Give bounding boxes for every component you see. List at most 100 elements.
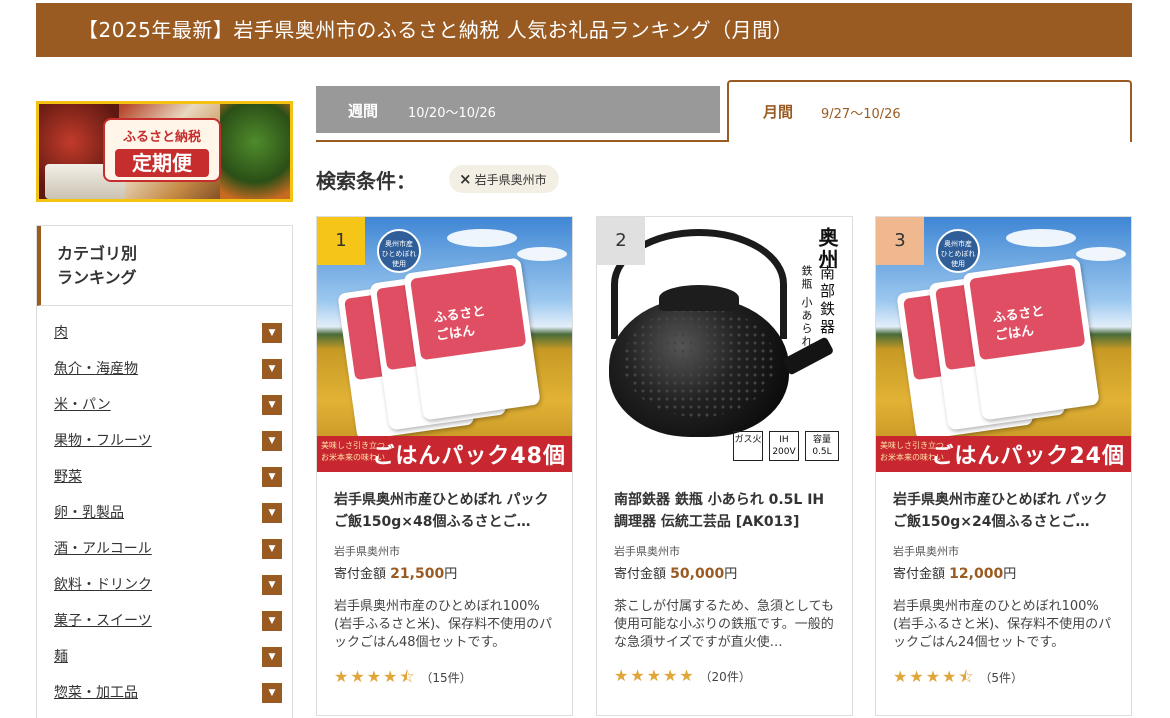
ranking-card-2[interactable]: 奥州 南部鉄器 鉄瓶 小あられ ガス火 IH 200V 容量 0.5L 2 南部… [596,216,853,716]
category-item-seafood: 魚介・海産物 ▼ [37,356,292,392]
banner-line2: 定期便 [115,149,209,177]
rice-pack: ふるさと ごはん [962,257,1100,421]
category-item-fruit: 果物・フルーツ ▼ [37,428,292,464]
teikibin-banner[interactable]: ふるさと納税 定期便 [36,101,293,202]
rice-pack: ふるさと ごはん [403,257,541,421]
category-link[interactable]: 麺 [54,649,68,665]
expand-toggle-icon[interactable]: ▼ [262,683,282,703]
cloud-shape [1006,229,1076,247]
expand-toggle-icon[interactable]: ▼ [262,467,282,487]
product-region: 岩手県奥州市 [334,545,400,558]
card-body: 南部鉄器 鉄瓶 小あられ 0.5L IH調理器 伝統工芸品 [AK013] 岩手… [597,472,852,685]
tab-monthly-range: 9/27〜10/26 [821,107,901,122]
filter-chip-label: 岩手県奥州市 [474,173,547,187]
page-title: 【2025年最新】岩手県奥州市のふるさと納税 人気お礼品ランキング（月間） [36,3,1132,57]
category-item-sweets: 菓子・スイーツ ▼ [37,608,292,644]
product-name[interactable]: 岩手県奥州市産ひとめぼれ パックご飯150g×24個ふるさとご… [893,489,1114,533]
product-description: 岩手県奥州市産のひとめぼれ100%(岩手ふるさと米)、保存料不使用のパックごはん… [334,599,553,650]
banner-badge: ふるさと納税 定期便 [103,118,221,182]
category-link[interactable]: 肉 [54,325,68,341]
expand-toggle-icon[interactable]: ▼ [262,359,282,379]
pack-text: ふるさと ごはん [432,303,487,344]
expand-toggle-icon[interactable]: ▼ [262,323,282,343]
brand-subtext-2: 鉄瓶 小あられ [800,265,813,349]
cloud-shape [447,229,517,247]
price-row: 寄付金額 12,000円 [893,563,1114,582]
expand-toggle-icon[interactable]: ▼ [262,611,282,631]
origin-seal: 奥州市産 ひとめぼれ 使用 [377,229,421,273]
category-sidebar: カテゴリ別 ランキング 肉 ▼ 魚介・海産物 ▼ 米・パン ▼ 果物・フルーツ … [36,225,293,718]
sidebar-title-line2: ランキング [57,268,137,287]
price-value: 21,500 [390,566,445,582]
category-item-rice-bread: 米・パン ▼ [37,392,292,428]
star-rating-icon: ★★★★★ [614,666,696,685]
category-link[interactable]: 野菜 [54,469,82,485]
category-link[interactable]: 米・パン [54,397,111,413]
pack-text: ふるさと ごはん [991,303,1046,344]
product-band: 美味しさ引き立つ お米本来の味わい ごはんパック48個 [317,436,572,472]
capacity-icon: 容量 0.5L [805,431,839,461]
price-row: 寄付金額 50,000円 [614,563,835,582]
category-item-drinks: 飲料・ドリンク ▼ [37,572,292,608]
ih-icon: IH 200V [769,431,799,461]
review-count: （15件） [420,671,472,685]
expand-toggle-icon[interactable]: ▼ [262,431,282,451]
banner-line1: ふるさと納税 [122,130,201,145]
product-rating: ★★★★⯪ （15件） [334,666,555,693]
sidebar-title-line1: カテゴリ別 [57,244,138,263]
ranking-card-3[interactable]: 奥州市産 ひとめぼれ 使用 ふるさと ごはん 美味しさ引き立つ お米本来の味わい… [875,216,1132,716]
expand-toggle-icon[interactable]: ▼ [262,575,282,595]
category-item-eggs-dairy: 卵・乳製品 ▼ [37,500,292,536]
band-large-text: ごはんパック24個 [931,444,1125,469]
kettle-lid [659,285,739,311]
tab-weekly[interactable]: 週間 10/20〜10/26 [316,86,720,133]
band-large-text: ごはんパック48個 [372,444,566,469]
tab-monthly-label: 月間 [763,103,794,121]
product-description: 岩手県奥州市産のひとめぼれ100%(岩手ふるさと米)、保存料不使用のパックごはん… [893,599,1112,650]
vegetable-image [220,104,290,199]
category-link[interactable]: 魚介・海産物 [54,361,138,377]
price-unit: 円 [724,567,738,582]
price-value: 12,000 [949,566,1004,582]
price-label: 寄付金額 [614,567,667,582]
expand-toggle-icon[interactable]: ▼ [262,647,282,667]
cloud-shape [517,247,567,261]
filter-chip[interactable]: × 岩手県奥州市 [449,165,559,193]
category-item-noodles: 麺 ▼ [37,644,292,680]
category-item-alcohol: 酒・アルコール ▼ [37,536,292,572]
search-conditions-label: 検索条件： [316,169,416,193]
rank-badge: 2 [597,217,645,265]
rank-badge: 1 [317,217,365,265]
sidebar-title: カテゴリ別 ランキング [37,226,292,306]
expand-toggle-icon[interactable]: ▼ [262,503,282,523]
category-link[interactable]: 飲料・ドリンク [54,577,152,593]
category-link[interactable]: 菓子・スイーツ [54,613,152,629]
star-rating-icon: ★★★★⯪ [893,667,976,686]
product-region: 岩手県奥州市 [893,545,959,558]
remove-filter-icon[interactable]: × [459,170,472,188]
card-body: 岩手県奥州市産ひとめぼれ パックご飯150g×48個ふるさとご… 岩手県奥州市 … [317,472,572,693]
tab-weekly-range: 10/20〜10/26 [408,106,496,121]
tab-weekly-label: 週間 [348,102,379,120]
category-item-meat: 肉 ▼ [37,320,292,356]
price-row: 寄付金額 21,500円 [334,563,555,582]
category-link[interactable]: 果物・フルーツ [54,433,152,449]
price-unit: 円 [1003,567,1017,582]
gas-flame-icon: ガス火 [733,431,763,461]
category-link[interactable]: 惣菜・加工品 [54,685,138,701]
product-region: 岩手県奥州市 [614,545,680,558]
review-count: （5件） [979,671,1023,685]
category-link[interactable]: 酒・アルコール [54,541,152,557]
star-rating-icon: ★★★★⯪ [334,667,417,686]
expand-toggle-icon[interactable]: ▼ [262,395,282,415]
category-link[interactable]: 卵・乳製品 [54,505,124,521]
brand-subtext: 南部鉄器 [818,265,836,337]
expand-toggle-icon[interactable]: ▼ [262,539,282,559]
product-name[interactable]: 岩手県奥州市産ひとめぼれ パックご飯150g×48個ふるさとご… [334,489,555,533]
product-rating: ★★★★⯪ （5件） [893,666,1114,693]
tab-monthly[interactable]: 月間 9/27〜10/26 [727,80,1132,142]
price-label: 寄付金額 [893,567,946,582]
category-list: 肉 ▼ 魚介・海産物 ▼ 米・パン ▼ 果物・フルーツ ▼ 野菜 ▼ 卵・乳製品… [37,306,292,716]
ranking-card-1[interactable]: 奥州市産 ひとめぼれ 使用 ふるさと ごはん 美味しさ引き立つ お米本来の味わい… [316,216,573,716]
product-name[interactable]: 南部鉄器 鉄瓶 小あられ 0.5L IH調理器 伝統工芸品 [AK013] [614,489,835,533]
